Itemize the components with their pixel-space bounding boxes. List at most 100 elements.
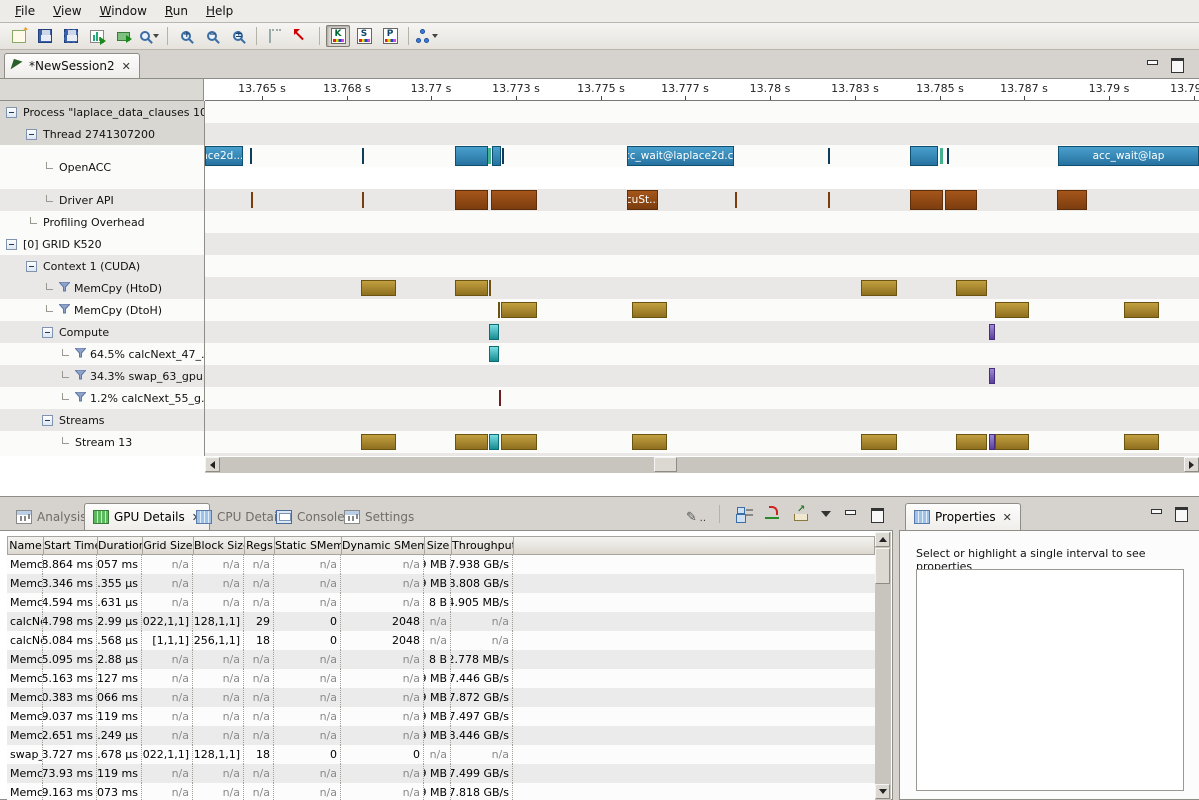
column-header[interactable]: Static SMem	[275, 537, 342, 554]
interval-bar[interactable]	[956, 280, 987, 296]
interval-bar[interactable]	[489, 346, 499, 362]
column-header[interactable]: Dynamic SMem	[342, 537, 425, 554]
interval-bar[interactable]	[251, 192, 253, 208]
table-row[interactable]: calcNext154.798 ms282.99 µs[1022,1,1][12…	[7, 612, 875, 631]
column-header[interactable]: Duration	[98, 537, 143, 554]
interval-bar[interactable]	[501, 434, 537, 450]
analysis-tree-icon[interactable]	[415, 25, 439, 47]
measure-ruler-icon[interactable]	[263, 25, 287, 47]
kernel-view-icon[interactable]: K	[326, 25, 350, 47]
filter-icon[interactable]	[75, 392, 86, 405]
menu-window[interactable]: Window	[91, 2, 156, 20]
collapse-icon[interactable]	[42, 327, 53, 338]
zoom-reset-icon[interactable]: ±	[226, 25, 250, 47]
interval-bar[interactable]	[502, 148, 504, 164]
column-header[interactable]: Throughput	[452, 537, 514, 554]
tree-item[interactable]: 64.5% calcNext_47_...	[0, 343, 204, 365]
column-header[interactable]: Block Size	[194, 537, 245, 554]
close-icon[interactable]: ✕	[122, 60, 131, 73]
table-row[interactable]: Memcpy155.095 ms2.88 µsn/an/an/an/an/a8 …	[7, 650, 875, 669]
table-row[interactable]: Memcpy160.383 ms1.066 msn/an/an/an/an/a9…	[7, 688, 875, 707]
menu-run[interactable]: Run	[156, 2, 197, 20]
column-header[interactable]: Start Time	[44, 537, 98, 554]
tab-analysis[interactable]: Analysis	[8, 503, 94, 530]
table-row[interactable]: Memcpy155.163 ms1.127 msn/an/an/an/an/a9…	[7, 669, 875, 688]
filter-icon[interactable]	[59, 304, 70, 317]
interval-bar[interactable]	[455, 190, 488, 210]
interval-bar[interactable]	[499, 390, 501, 406]
export-icon[interactable]	[793, 506, 809, 522]
tree-item[interactable]: Streams	[0, 409, 204, 431]
table-row[interactable]: Memcpy153.346 ms952.355 µsn/an/an/an/an/…	[7, 574, 875, 593]
interval-bar[interactable]	[361, 434, 396, 450]
tree-item[interactable]: Context 1 (CUDA)	[0, 255, 204, 277]
table-row[interactable]: Memcpy179.163 ms1.073 msn/an/an/an/an/a9…	[7, 783, 875, 800]
interval-bar[interactable]	[632, 302, 667, 318]
scroll-up-icon[interactable]	[875, 532, 890, 547]
interval-bar[interactable]	[488, 148, 491, 164]
table-row[interactable]: Memcpy172.651 ms993.249 µsn/an/an/an/an/…	[7, 726, 875, 745]
interval-bar[interactable]	[995, 434, 1029, 450]
scroll-down-icon[interactable]	[875, 784, 890, 799]
column-header[interactable]: Size	[425, 537, 452, 554]
interval-bar[interactable]	[945, 190, 977, 210]
stream-view-icon[interactable]: S	[352, 25, 376, 47]
tree-item[interactable]: Profiling Overhead	[0, 211, 204, 233]
zoom-tool-icon[interactable]	[137, 25, 161, 47]
tree-item[interactable]: MemCpy (DtoH)	[0, 299, 204, 321]
interval-bar[interactable]	[1057, 190, 1087, 210]
filter-icon[interactable]	[75, 370, 86, 383]
interval-bar[interactable]	[1124, 434, 1159, 450]
maximize-icon[interactable]	[1170, 58, 1185, 70]
zoom-in-icon[interactable]: +	[174, 25, 198, 47]
interval-bar[interactable]	[910, 190, 943, 210]
interval-bar[interactable]	[910, 146, 938, 166]
tree-item[interactable]: 34.3% swap_63_gpu	[0, 365, 204, 387]
collapse-icon[interactable]	[26, 261, 37, 272]
tree-item[interactable]: Compute	[0, 321, 204, 343]
interval-bar[interactable]	[1124, 302, 1159, 318]
interval-bar[interactable]	[828, 192, 830, 208]
collapse-icon[interactable]	[6, 107, 17, 118]
table-row[interactable]: swap_63173.727 ms150.678 µs[1022,1,1][12…	[7, 745, 875, 764]
tree-item[interactable]: Process "laplace_data_clauses 10...	[0, 101, 204, 123]
layout-icon[interactable]	[737, 506, 753, 522]
column-header[interactable]: Name	[8, 537, 44, 554]
show-chart-icon[interactable]	[85, 25, 109, 47]
interval-bar[interactable]	[861, 434, 897, 450]
interval-bar[interactable]	[940, 148, 943, 164]
column-header[interactable]: Regs	[245, 537, 275, 554]
sync-timeline-icon[interactable]	[765, 506, 781, 522]
interval-bar[interactable]	[501, 302, 537, 318]
tree-item[interactable]: Thread 2741307200	[0, 123, 204, 145]
tree-item[interactable]: OpenACC	[0, 145, 204, 189]
collapse-icon[interactable]	[26, 129, 37, 140]
scrollbar-thumb[interactable]	[654, 457, 677, 472]
new-session-icon[interactable]	[7, 25, 31, 47]
table-row[interactable]: calcNext155.084 ms5.568 µs[1,1,1][256,1,…	[7, 631, 875, 650]
minimize-icon[interactable]	[843, 508, 858, 520]
table-row[interactable]: Memcpy154.594 ms1.631 µsn/an/an/an/an/a8…	[7, 593, 875, 612]
collapse-icon[interactable]	[42, 415, 53, 426]
interval-bar[interactable]	[362, 148, 364, 164]
zoom-out-icon[interactable]: −	[200, 25, 224, 47]
tab-settings[interactable]: Settings	[336, 503, 422, 530]
interval-bar[interactable]	[828, 148, 830, 164]
column-header[interactable]: Grid Size	[143, 537, 194, 554]
interval-bar[interactable]	[989, 324, 995, 340]
interval-bar[interactable]	[489, 280, 491, 296]
tab-properties[interactable]: Properties ✕	[905, 503, 1021, 530]
scroll-right-icon[interactable]	[1184, 457, 1199, 472]
interval-bar[interactable]: acc_wait@lap	[1058, 146, 1199, 166]
interval-bar[interactable]	[455, 434, 488, 450]
save-all-icon[interactable]	[59, 25, 83, 47]
interval-bar[interactable]	[632, 434, 667, 450]
interval-bar[interactable]	[362, 192, 364, 208]
interval-bar[interactable]	[491, 190, 537, 210]
table-row[interactable]: Memcpy173.93 ms1.119 msn/an/an/an/an/a9 …	[7, 764, 875, 783]
scrollbar-thumb[interactable]	[875, 548, 890, 584]
tree-item[interactable]: MemCpy (HtoD)	[0, 277, 204, 299]
tree-item[interactable]: 1.2% calcNext_55_g...	[0, 387, 204, 409]
show-details-icon[interactable]	[111, 25, 135, 47]
interval-bar[interactable]	[861, 280, 897, 296]
